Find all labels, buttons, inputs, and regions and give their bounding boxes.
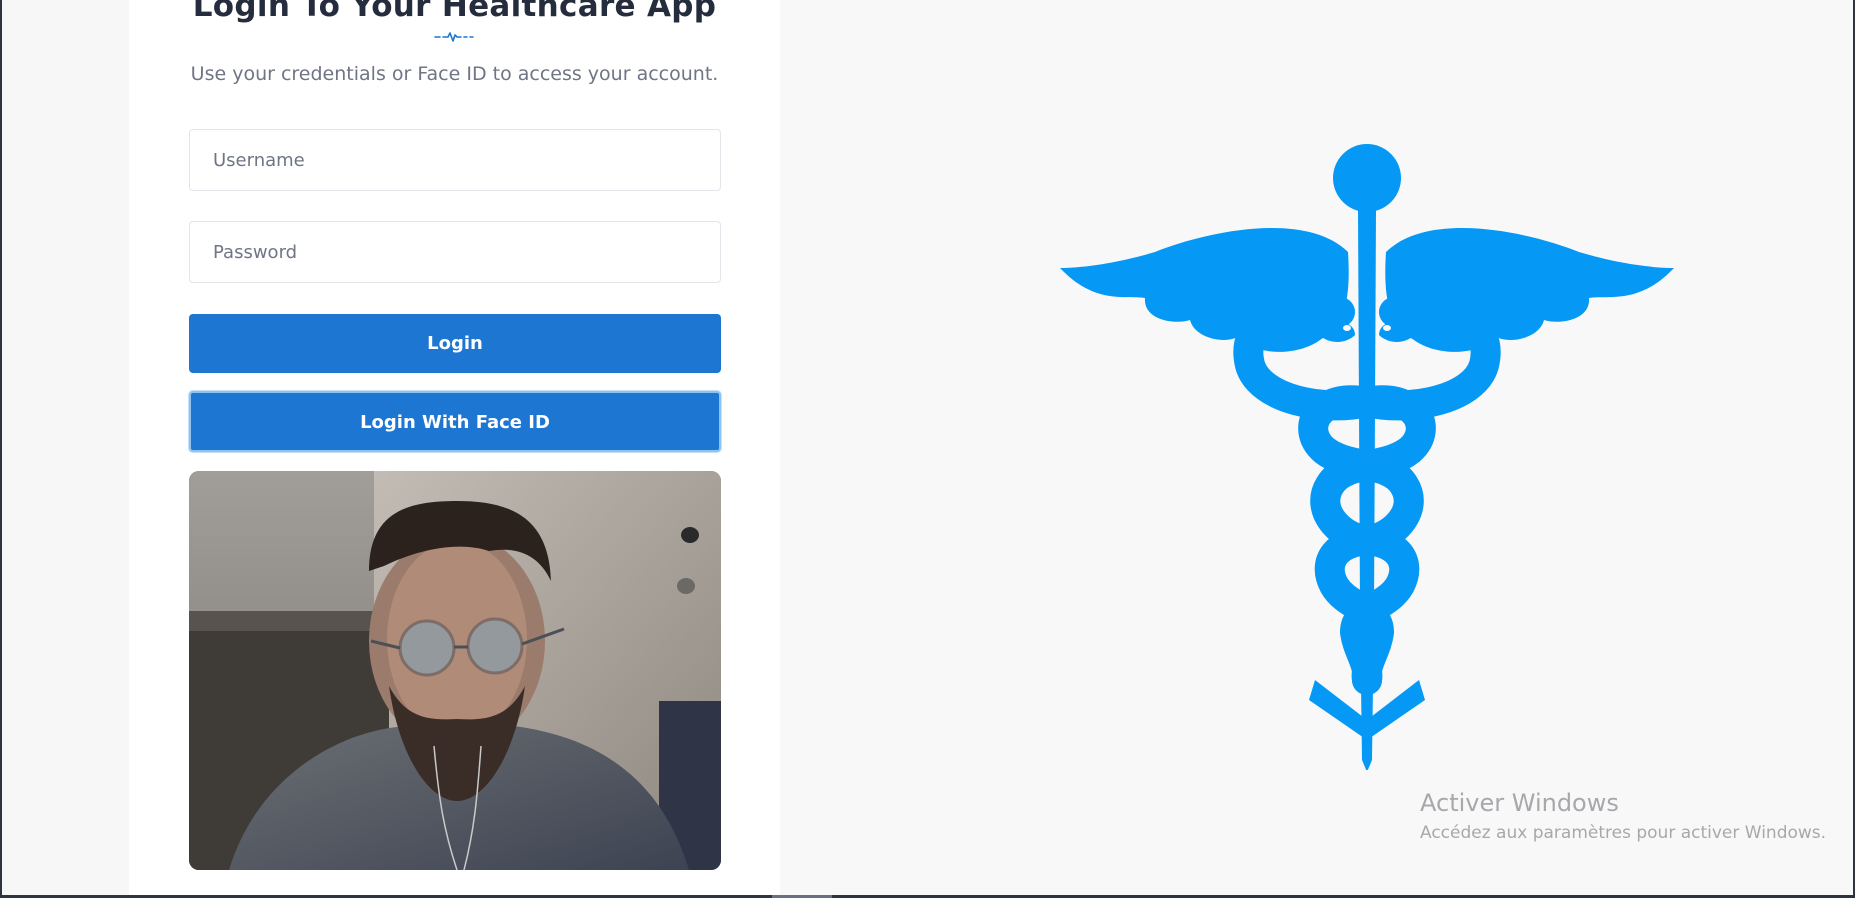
face-id-login-button[interactable]: Login With Face ID <box>189 391 721 452</box>
page-subtitle: Use your credentials or Face ID to acces… <box>190 63 719 85</box>
username-input[interactable] <box>189 129 721 191</box>
windows-activation-watermark: Activer Windows Accédez aux paramètres p… <box>1420 789 1826 843</box>
left-gutter <box>2 0 129 895</box>
watermark-title: Activer Windows <box>1420 789 1619 817</box>
caduceus-icon <box>1060 144 1674 770</box>
webcam-feed <box>189 471 721 870</box>
watermark-subtitle: Accédez aux paramètres pour activer Wind… <box>1420 823 1827 843</box>
password-input[interactable] <box>189 221 721 283</box>
login-panel: Login To Your Healthcare App Use your cr… <box>129 0 780 895</box>
login-button[interactable]: Login <box>189 314 721 373</box>
page-title: Login To Your Healthcare App <box>192 0 717 24</box>
heartbeat-pulse-icon <box>434 32 474 42</box>
hero-panel <box>780 0 1853 895</box>
